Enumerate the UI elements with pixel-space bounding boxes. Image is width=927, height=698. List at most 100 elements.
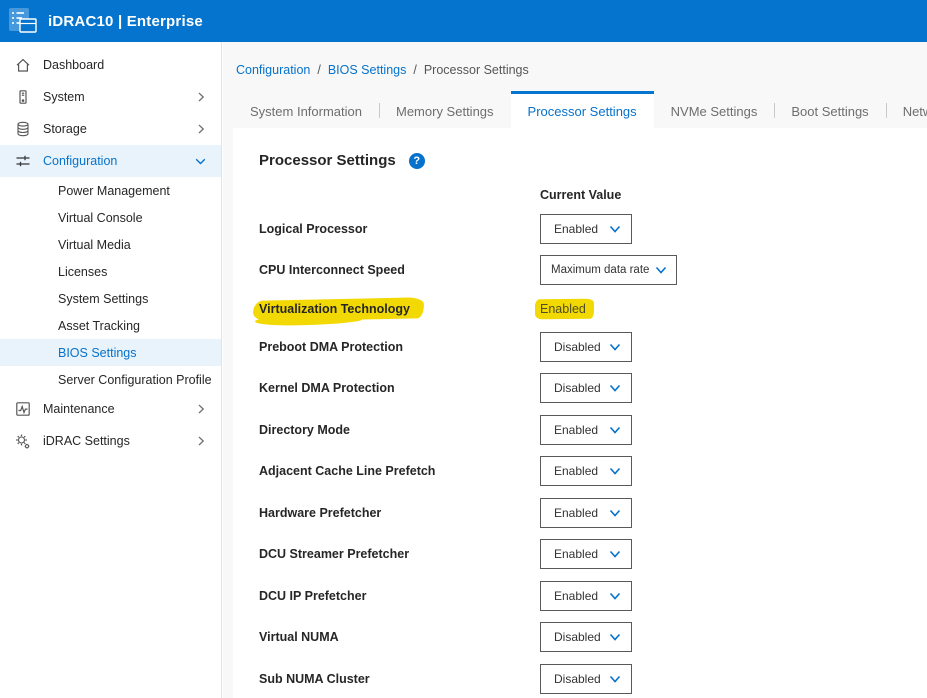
dcu-streamer-prefetcher-dropdown[interactable]: Enabled — [540, 539, 632, 569]
chevron-right-icon — [195, 91, 207, 103]
sidebar-item-label: BIOS Settings — [58, 346, 207, 360]
sidebar: Dashboard System Storage Configuration Power… — [0, 42, 222, 698]
sidebar-item-asset-tracking[interactable]: Asset Tracking — [0, 312, 221, 339]
dropdown-value: Disabled — [554, 630, 601, 644]
sidebar-item-dashboard[interactable]: Dashboard — [0, 49, 221, 81]
chevron-right-icon — [195, 435, 207, 447]
setting-row-virtual-numa: Virtual NUMADisabled — [233, 617, 927, 659]
chevron-right-icon — [195, 403, 207, 415]
cpu-interconnect-speed-dropdown[interactable]: Maximum data rate — [540, 255, 677, 285]
idrac-logo-icon — [8, 7, 38, 35]
sidebar-item-label: Maintenance — [43, 402, 195, 416]
highlight-marker: Virtualization Technology — [259, 302, 410, 316]
app-header: iDRAC10 | Enterprise — [0, 0, 927, 42]
sidebar-item-system[interactable]: System — [0, 81, 221, 113]
current-value-header: Current Value — [540, 188, 927, 202]
sidebar-item-system-settings[interactable]: System Settings — [0, 285, 221, 312]
breadcrumb-processor-settings: Processor Settings — [424, 63, 529, 77]
dropdown-value: Enabled — [554, 464, 598, 478]
sidebar-item-label: Power Management — [58, 184, 207, 198]
sidebar-item-storage[interactable]: Storage — [0, 113, 221, 145]
setting-row-logical-processor: Logical Processor Enabled — [233, 208, 927, 250]
chevron-down-icon — [608, 340, 622, 354]
page-title: Processor Settings — [259, 152, 396, 169]
sidebar-item-label: Dashboard — [43, 58, 207, 72]
dropdown-value: Maximum data rate — [551, 264, 649, 276]
chevron-down-icon — [608, 381, 622, 395]
sidebar-item-virtual-console[interactable]: Virtual Console — [0, 204, 221, 231]
logical-processor-dropdown[interactable]: Enabled — [540, 214, 632, 244]
dropdown-value: Enabled — [554, 222, 598, 236]
sidebar-item-label: Virtual Media — [58, 238, 207, 252]
breadcrumb-separator: / — [317, 63, 320, 77]
setting-row-directory-mode: Directory ModeEnabled — [233, 409, 927, 451]
help-icon[interactable]: ? — [409, 153, 425, 169]
tab-nvme-settings[interactable]: NVMe Settings — [654, 91, 775, 129]
dropdown-value: Disabled — [554, 340, 601, 354]
adjacent-cache-line-prefetch-dropdown[interactable]: Enabled — [540, 456, 632, 486]
tab-network-settings[interactable]: Network Settings — [886, 91, 927, 129]
setting-label: Logical Processor — [259, 222, 540, 236]
breadcrumb-configuration[interactable]: Configuration — [236, 63, 310, 77]
chevron-down-icon — [654, 263, 668, 277]
sidebar-item-bios-settings[interactable]: BIOS Settings — [0, 339, 221, 366]
sidebar-item-licenses[interactable]: Licenses — [0, 258, 221, 285]
app-title: iDRAC10 | Enterprise — [48, 13, 203, 30]
dropdown-value: Disabled — [554, 672, 601, 686]
sidebar-item-idrac-settings[interactable]: iDRAC Settings — [0, 425, 221, 457]
home-icon — [14, 57, 31, 73]
sidebar-item-power-management[interactable]: Power Management — [0, 177, 221, 204]
chevron-down-icon — [608, 589, 622, 603]
tab-memory-settings[interactable]: Memory Settings — [379, 91, 511, 129]
processor-settings-panel: Processor Settings ? Current Value Logic… — [233, 128, 927, 698]
dropdown-value: Enabled — [554, 589, 598, 603]
dcu-ip-prefetcher-dropdown[interactable]: Enabled — [540, 581, 632, 611]
server-icon — [14, 89, 31, 105]
sidebar-item-server-configuration-profile[interactable]: Server Configuration Profile — [0, 366, 221, 393]
kernel-dma-protection-dropdown[interactable]: Disabled — [540, 373, 632, 403]
directory-mode-dropdown[interactable]: Enabled — [540, 415, 632, 445]
setting-row-dcu-streamer-prefetcher: DCU Streamer PrefetcherEnabled — [233, 534, 927, 576]
chevron-down-icon — [194, 155, 207, 168]
setting-label: Kernel DMA Protection — [259, 381, 540, 395]
tab-system-information[interactable]: System Information — [233, 91, 379, 129]
tab-processor-settings[interactable]: Processor Settings — [511, 91, 654, 129]
virtualization-technology-value: Enabled — [540, 302, 586, 316]
setting-label: CPU Interconnect Speed — [259, 263, 540, 277]
tab-boot-settings[interactable]: Boot Settings — [774, 91, 885, 129]
dropdown-value: Enabled — [554, 423, 598, 437]
sidebar-item-maintenance[interactable]: Maintenance — [0, 393, 221, 425]
sub-numa-cluster-dropdown[interactable]: Disabled — [540, 664, 632, 694]
sidebar-item-label: Server Configuration Profile — [58, 373, 212, 387]
setting-row-virtualization-technology: Virtualization Technology Enabled — [233, 291, 927, 326]
chevron-down-icon — [608, 423, 622, 437]
gear-icon — [14, 433, 31, 450]
setting-label: Hardware Prefetcher — [259, 506, 540, 520]
sidebar-item-label: iDRAC Settings — [43, 434, 195, 448]
setting-row-hardware-prefetcher: Hardware PrefetcherEnabled — [233, 492, 927, 534]
storage-icon — [14, 121, 31, 137]
tab-bar: System InformationMemory SettingsProcess… — [233, 91, 927, 129]
setting-row-sub-numa-cluster: Sub NUMA Cluster Disabled — [233, 658, 927, 698]
sidebar-item-label: Asset Tracking — [58, 319, 207, 333]
chevron-down-icon — [608, 547, 622, 561]
hardware-prefetcher-dropdown[interactable]: Enabled — [540, 498, 632, 528]
setting-row-cpu-interconnect-speed: CPU Interconnect Speed Maximum data rate — [233, 250, 927, 292]
preboot-dma-protection-dropdown[interactable]: Disabled — [540, 332, 632, 362]
breadcrumb-bios-settings[interactable]: BIOS Settings — [328, 63, 407, 77]
virtual-numa-dropdown[interactable]: Disabled — [540, 622, 632, 652]
sidebar-item-virtual-media[interactable]: Virtual Media — [0, 231, 221, 258]
sidebar-item-label: Virtual Console — [58, 211, 207, 225]
sidebar-item-configuration[interactable]: Configuration — [0, 145, 221, 177]
sliders-icon — [14, 153, 31, 169]
setting-label: Virtualization Technology — [259, 302, 540, 316]
setting-label: Preboot DMA Protection — [259, 340, 540, 354]
sidebar-item-label: Storage — [43, 122, 195, 136]
sidebar-item-label: System — [43, 90, 195, 104]
chevron-down-icon — [608, 506, 622, 520]
setting-row-kernel-dma-protection: Kernel DMA ProtectionDisabled — [233, 368, 927, 410]
setting-label: Sub NUMA Cluster — [259, 672, 540, 686]
sidebar-item-label: System Settings — [58, 292, 207, 306]
setting-label: Adjacent Cache Line Prefetch — [259, 464, 540, 478]
breadcrumb: Configuration/BIOS Settings/Processor Se… — [223, 42, 927, 77]
